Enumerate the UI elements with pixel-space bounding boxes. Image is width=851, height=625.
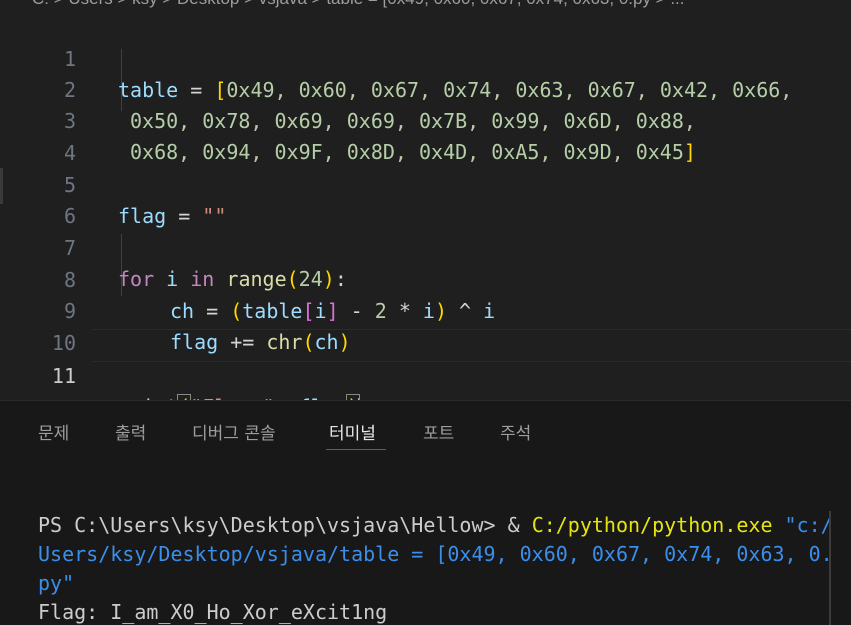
tab-output[interactable]: 출력 xyxy=(115,419,146,444)
code-line[interactable]: 11 print("Flag:", flag) xyxy=(0,330,851,420)
code-line[interactable]: 5 flag = "" xyxy=(0,139,851,228)
tab-ports[interactable]: 포트 xyxy=(423,419,454,444)
code-line[interactable]: 6 xyxy=(0,170,851,228)
code-line[interactable]: 1 table = [0x49, 0x60, 0x67, 0x74, 0x63,… xyxy=(0,13,851,102)
line-number: 11 xyxy=(51,364,76,388)
tab-debug-console[interactable]: 디버그 콘솔 xyxy=(192,419,276,444)
code-line[interactable]: 8 ch = (table[i] - 2 * i) ^ i xyxy=(0,234,851,323)
breadcrumb[interactable]: C: > Users > ksy > Desktop > vsjava > ta… xyxy=(0,0,851,8)
code-line[interactable]: 10 xyxy=(0,297,851,355)
code-line[interactable]: 3 0x68, 0x94, 0x9F, 0x8D, 0x4D, 0xA5, 0x… xyxy=(0,75,851,164)
code-line[interactable]: 7 for i in range(24): xyxy=(0,202,851,291)
tab-terminal[interactable]: 터미널 xyxy=(329,419,376,444)
terminal-argument: "c:/ xyxy=(772,513,833,537)
tab-problems[interactable]: 문제 xyxy=(38,419,69,444)
panel-tabs: 문제 출력 디버그 콘솔 터미널 포트 주석 xyxy=(0,401,851,451)
code-line[interactable]: 4 xyxy=(0,107,851,165)
code-line[interactable]: 9 flag += chr(ch) xyxy=(0,265,851,354)
code-line[interactable]: 2 0x50, 0x78, 0x69, 0x69, 0x7B, 0x99, 0x… xyxy=(0,44,851,133)
bottom-panel: 문제 출력 디버그 콘솔 터미널 포트 주석 PS C:\Users\ksy\D… xyxy=(0,400,851,625)
terminal-argument: py" xyxy=(38,571,75,595)
terminal-prompt: PS C:\Users\ksy\Desktop\vsjava\Hellow> & xyxy=(38,513,532,537)
tab-comments[interactable]: 주석 xyxy=(500,419,531,444)
code-editor[interactable]: 1 table = [0x49, 0x60, 0x67, 0x74, 0x63,… xyxy=(0,8,851,420)
breadcrumb-text: C: > Users > ksy > Desktop > vsjava > ta… xyxy=(32,0,685,8)
terminal-output[interactable]: PS C:\Users\ksy\Desktop\vsjava\Hellow> &… xyxy=(38,511,833,625)
terminal-argument: Users/ksy/Desktop/vsjava/table = [0x49, … xyxy=(38,542,833,566)
terminal-program-output: Flag: I_am_X0_Ho_Xor_eXcit1ng xyxy=(38,600,388,624)
terminal-command: C:/python/python.exe xyxy=(531,513,773,537)
active-tab-indicator xyxy=(326,449,386,450)
terminal-scrollbar[interactable] xyxy=(829,511,831,625)
